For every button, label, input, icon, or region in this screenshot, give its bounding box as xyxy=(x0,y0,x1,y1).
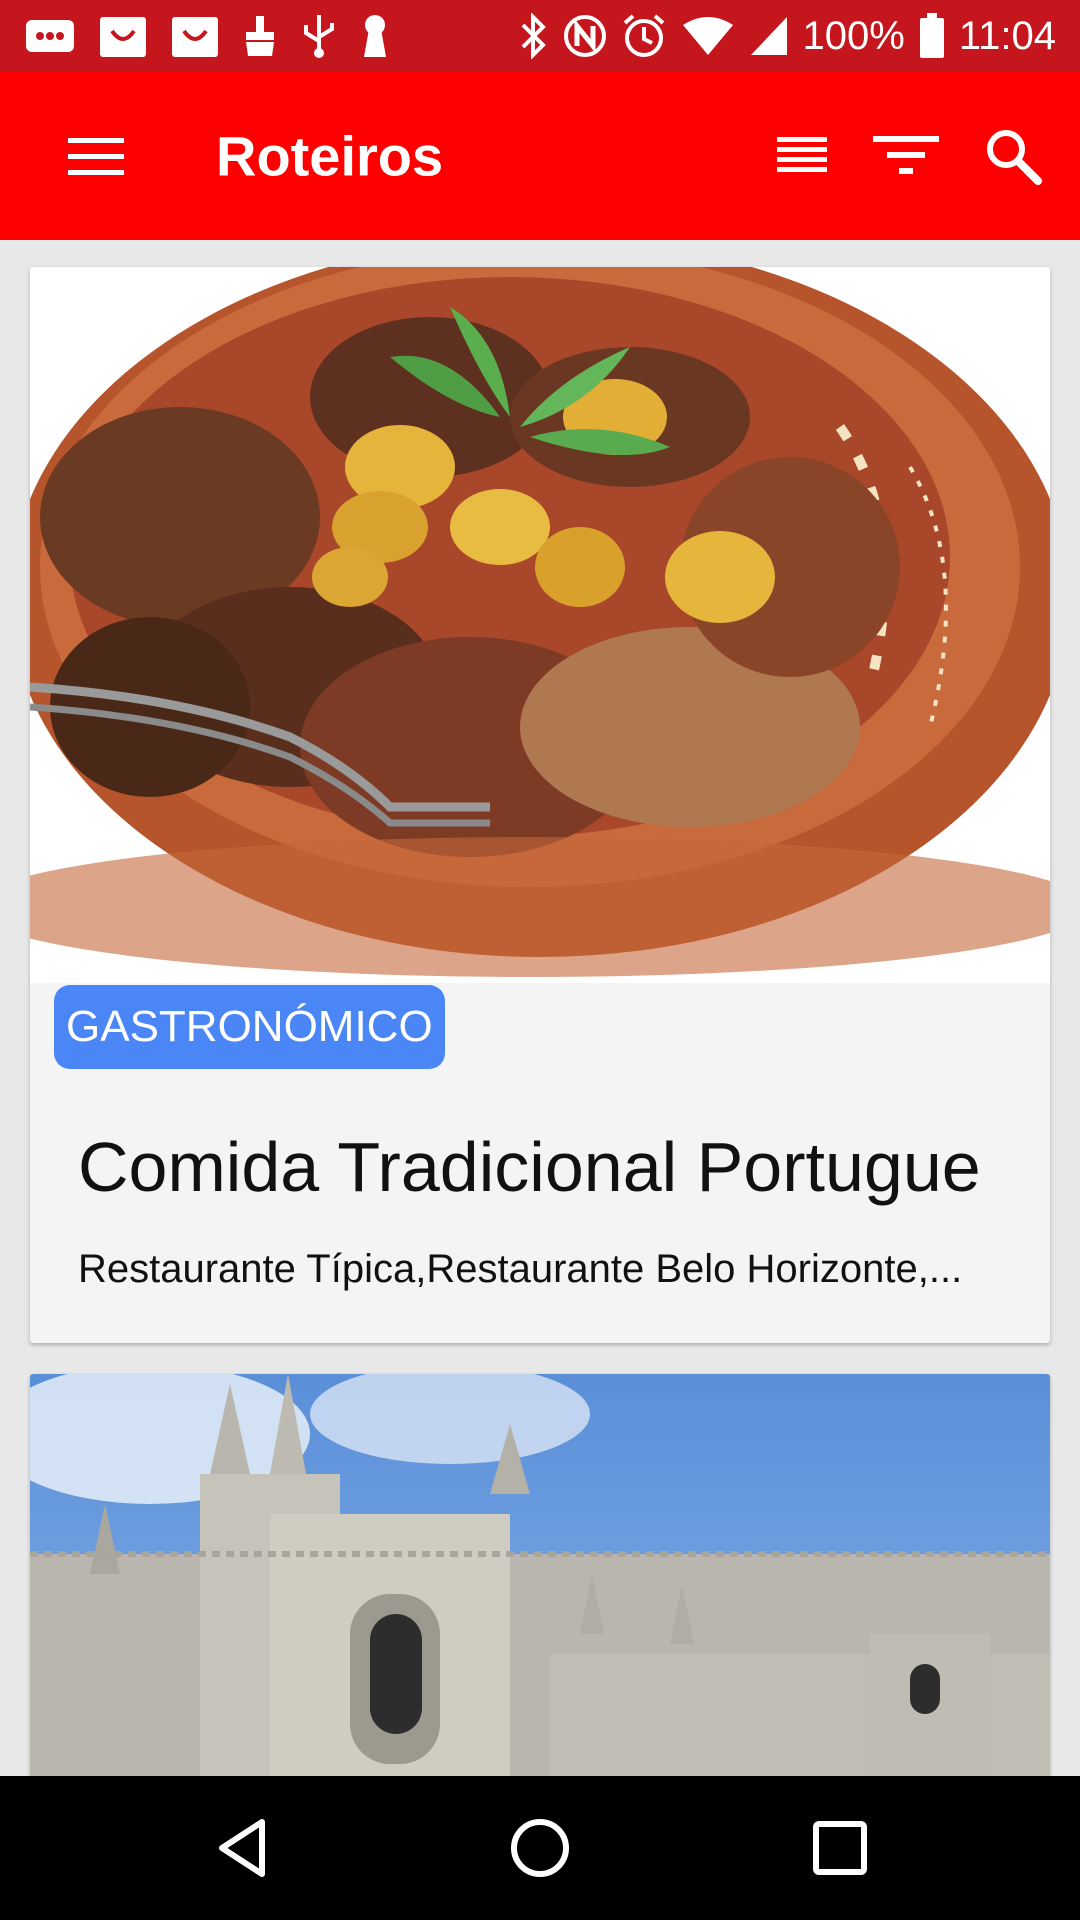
cathedral-image xyxy=(30,1374,1050,1776)
signal-icon xyxy=(749,15,789,57)
route-subtitle: Restaurante Típica,Restaurante Belo Hori… xyxy=(78,1247,963,1291)
keyhole-icon xyxy=(360,13,390,59)
bluetooth-icon xyxy=(519,13,549,59)
list-view-icon xyxy=(777,137,827,172)
food-dish-image xyxy=(30,267,1050,983)
alarm-icon xyxy=(621,13,667,59)
battery-icon xyxy=(919,13,945,59)
route-title: Comida Tradicional Portugue xyxy=(78,1128,981,1206)
bag-icon xyxy=(98,13,148,59)
route-card[interactable]: GASTRONÓMICO Comida Tradicional Portugue… xyxy=(30,267,1050,1343)
battery-percent: 100% xyxy=(802,13,905,58)
back-button[interactable] xyxy=(197,1803,287,1893)
recent-apps-icon xyxy=(813,1821,867,1875)
status-bar: 100% 11:04 xyxy=(0,0,1080,72)
system-icons: 100% 11:04 xyxy=(519,13,1056,59)
page-title: Roteiros xyxy=(216,124,444,188)
search-button[interactable] xyxy=(973,116,1053,196)
list-view-button[interactable] xyxy=(762,116,842,196)
app-bar: Roteiros xyxy=(0,72,1080,240)
home-button[interactable] xyxy=(495,1803,585,1893)
menu-button[interactable] xyxy=(56,116,136,196)
navigation-bar xyxy=(0,1776,1080,1920)
wifi-icon xyxy=(681,15,735,57)
home-icon xyxy=(511,1819,569,1877)
filter-icon xyxy=(873,136,939,174)
menu-icon xyxy=(68,138,124,175)
recent-apps-button[interactable] xyxy=(795,1803,885,1893)
messages-icon xyxy=(24,16,76,56)
route-list[interactable]: GASTRONÓMICO Comida Tradicional Portugue… xyxy=(0,240,1080,1776)
cleaner-icon xyxy=(242,14,278,58)
back-icon xyxy=(219,1819,265,1877)
search-icon xyxy=(987,130,1042,185)
route-card[interactable] xyxy=(30,1374,1050,1776)
clock: 11:04 xyxy=(958,13,1056,58)
category-chip[interactable]: GASTRONÓMICO xyxy=(54,985,445,1069)
usb-icon xyxy=(300,13,338,59)
nfc-icon xyxy=(563,14,607,58)
notification-icons xyxy=(24,13,390,59)
bag-icon xyxy=(170,13,220,59)
filter-button[interactable] xyxy=(866,116,946,196)
